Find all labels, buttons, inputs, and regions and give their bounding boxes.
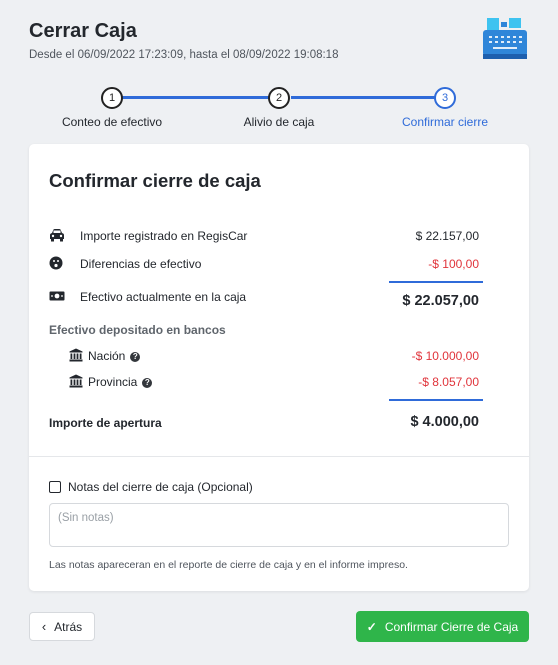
card-title: Confirmar cierre de caja: [49, 170, 261, 191]
cash-difference-label: Diferencias de efectivo: [80, 257, 202, 271]
note-icon: [49, 481, 61, 493]
date-range: Desde el 06/09/2022 17:23:09, hasta el 0…: [29, 49, 339, 61]
opening-amount-label: Importe de apertura: [49, 416, 162, 430]
opening-amount-value: $ 4.000,00: [410, 414, 479, 430]
bank-deposits-heading: Efectivo depositado en bancos: [49, 323, 226, 337]
bank-icon: [69, 374, 83, 388]
page-title: Cerrar Caja: [29, 20, 137, 42]
bank-row-nacion: Nación? -$ 10.000,00: [69, 346, 479, 366]
back-button-label: Atrás: [54, 620, 83, 634]
registered-amount-value: $ 22.157,00: [415, 229, 479, 243]
subtotal-line: [389, 281, 483, 283]
back-button[interactable]: ‹ Atrás: [29, 612, 95, 641]
confirm-close-button[interactable]: ✓ Confirmar Cierre de Caja: [356, 611, 529, 642]
money-bill-icon: [49, 291, 65, 301]
stepper: 1 Conteo de efectivo 2 Alivio de caja 3 …: [29, 87, 529, 132]
notes-label-text: Notas del cierre de caja (Opcional): [68, 480, 253, 494]
step-1-circle[interactable]: 1: [101, 87, 123, 109]
surprised-face-icon: [49, 256, 63, 270]
car-icon: [50, 229, 64, 242]
step-2-circle[interactable]: 2: [268, 87, 290, 109]
help-icon[interactable]: ?: [142, 378, 153, 388]
confirm-card: Confirmar cierre de caja Importe registr…: [29, 144, 529, 591]
cash-in-register-value: $ 22.057,00: [402, 293, 479, 309]
check-icon: ✓: [366, 619, 377, 634]
registered-amount-row: Importe registrado en RegisCar $ 22.157,…: [49, 226, 479, 246]
cash-in-register-label: Efectivo actualmente en la caja: [80, 290, 247, 304]
help-icon[interactable]: ?: [130, 352, 141, 362]
cash-in-register-row: Efectivo actualmente en la caja $ 22.057…: [49, 287, 479, 309]
bank-name-nacion: Nación: [88, 349, 126, 363]
bank-name-provincia: Provincia: [88, 375, 138, 389]
step-2-label[interactable]: Alivio de caja: [244, 115, 315, 129]
cash-difference-value: -$ 100,00: [428, 257, 479, 271]
page-header: Cerrar Caja Desde el 06/09/2022 17:23:09…: [29, 18, 529, 68]
step-1-label[interactable]: Conteo de efectivo: [62, 115, 162, 129]
chevron-left-icon: ‹: [41, 619, 47, 634]
bank-icon: [69, 348, 83, 362]
step-line-1: [122, 96, 280, 99]
notes-input[interactable]: [49, 503, 509, 547]
step-3-label[interactable]: Confirmar cierre: [402, 115, 488, 129]
step-line-2: [291, 96, 447, 99]
opening-amount-row: Importe de apertura $ 4.000,00: [49, 411, 479, 431]
cash-register-icon: [483, 18, 527, 59]
bank-value-provincia: -$ 8.057,00: [418, 375, 479, 389]
registered-amount-label: Importe registrado en RegisCar: [80, 229, 248, 243]
bank-value-nacion: -$ 10.000,00: [411, 349, 479, 363]
bank-row-provincia: Provincia? -$ 8.057,00: [69, 372, 479, 392]
notes-label: Notas del cierre de caja (Opcional): [49, 480, 253, 494]
notes-help-text: Las notas apareceran en el reporte de ci…: [49, 559, 408, 571]
step-3-circle[interactable]: 3: [434, 87, 456, 109]
confirm-close-label: Confirmar Cierre de Caja: [384, 619, 519, 634]
section-divider: [29, 456, 529, 457]
cash-difference-row: Diferencias de efectivo -$ 100,00: [49, 254, 479, 274]
total-line: [389, 399, 483, 401]
